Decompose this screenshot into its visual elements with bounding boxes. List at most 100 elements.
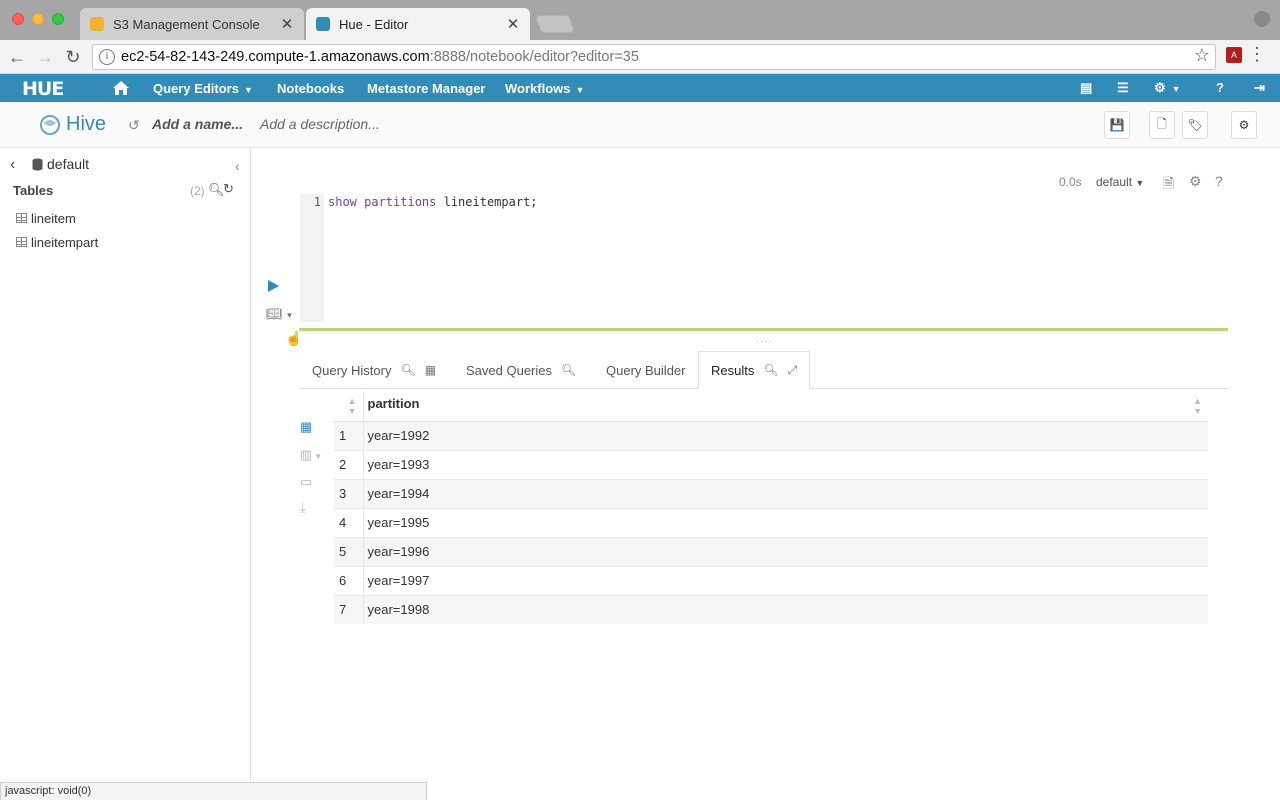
browser-tab-hue[interactable]: Hue - Editor ✕ xyxy=(306,8,530,40)
code-text: lineitempart; xyxy=(436,195,538,209)
save-button[interactable]: 💾 xyxy=(1104,111,1130,139)
rownum-header[interactable]: ▲ ▼ xyxy=(334,391,364,422)
browser-status-bar: javascript: void(0) xyxy=(0,782,427,800)
browser-menu-icon[interactable]: ⋮ xyxy=(1248,44,1266,65)
query-description-input[interactable]: Add a description... xyxy=(260,116,380,132)
search-icon[interactable]: 🔍︎ xyxy=(763,363,778,377)
table-row[interactable]: 1 year=1992 xyxy=(334,420,1208,450)
nav-metastore-manager[interactable]: Metastore Manager xyxy=(367,81,485,96)
nav-query-editors[interactable]: Query Editors ▼ xyxy=(153,81,253,96)
hue-logo[interactable]: HUE xyxy=(22,78,64,100)
table-row[interactable]: 3 year=1994 xyxy=(334,478,1208,508)
search-icon[interactable]: 🔍︎ xyxy=(400,363,415,377)
url-path: :8888/notebook/editor?editor=35 xyxy=(429,49,639,65)
logout-icon[interactable]: ⇥ xyxy=(1254,80,1265,96)
minimize-window-button[interactable] xyxy=(32,13,44,25)
close-tab-icon[interactable]: ✕ xyxy=(506,15,520,33)
nav-workflows[interactable]: Workflows ▼ xyxy=(505,81,584,96)
reload-icon[interactable]: ↻ xyxy=(62,46,84,68)
maximize-window-button[interactable] xyxy=(52,13,64,25)
table-row[interactable]: 5 year=1996 xyxy=(334,536,1208,566)
new-query-button[interactable]: 🗋 xyxy=(1149,111,1175,139)
new-document-icon: 🗋 xyxy=(1157,116,1167,131)
refresh-icon[interactable]: ↻ xyxy=(223,181,234,197)
tags-button[interactable]: 🏷 xyxy=(1182,111,1208,139)
database-name[interactable]: default xyxy=(47,156,89,172)
tab-title: S3 Management Console xyxy=(113,16,260,32)
address-bar: ← → ↻ i ec2-54-82-143-249.compute-1.amaz… xyxy=(0,40,1280,74)
forward-arrow-icon[interactable]: → xyxy=(34,46,56,68)
snippets-book-icon[interactable]: 📖︎ ▼ xyxy=(266,306,293,322)
tab-query-history[interactable]: Query History 🔍︎ ▦ xyxy=(312,351,436,389)
table-item-lineitem[interactable]: lineitem xyxy=(16,209,76,227)
browser-tabstrip: S3 Management Console ✕ Hue - Editor ✕ xyxy=(0,0,1280,40)
tab-results[interactable]: Results 🔍︎ ⤢ xyxy=(698,351,811,389)
editor-header: Hive ↺ Add a name... Add a description..… xyxy=(0,102,1280,148)
help-icon[interactable]: ? xyxy=(1216,80,1224,95)
bookmark-star-icon[interactable]: ☆ xyxy=(1194,45,1210,66)
partition-cell[interactable]: year=1997 xyxy=(363,565,1208,595)
document-icon[interactable]: 🗎 xyxy=(1163,173,1174,197)
tab-title: Hue - Editor xyxy=(339,16,409,32)
table-icon xyxy=(16,213,27,223)
table-row[interactable]: 4 year=1995 xyxy=(334,507,1208,537)
close-window-button[interactable] xyxy=(12,13,24,25)
info-icon[interactable]: i xyxy=(99,49,115,65)
partition-cell[interactable]: year=1992 xyxy=(363,420,1208,450)
profile-icon[interactable] xyxy=(1254,11,1270,27)
assist-panel: ‹ default ‹ Tables (2) 🔍︎ ↻ lineitem lin… xyxy=(0,148,251,800)
partition-cell[interactable]: year=1993 xyxy=(363,449,1208,479)
sort-icon[interactable]: ▲ ▼ xyxy=(1193,396,1202,416)
resize-handle[interactable]: ···· xyxy=(756,336,773,347)
table-header-row: ▲ ▼ partition ▲ ▼ xyxy=(334,391,1208,422)
row-number: 3 xyxy=(334,478,364,508)
table-item-lineitempart[interactable]: lineitempart xyxy=(16,233,98,251)
partition-cell[interactable]: year=1995 xyxy=(363,507,1208,537)
home-icon[interactable] xyxy=(112,79,130,97)
gear-icon[interactable]: ⚙ xyxy=(1189,173,1202,190)
download-icon[interactable]: ⤓ xyxy=(300,500,306,516)
table-row[interactable]: 6 year=1997 xyxy=(334,565,1208,595)
partition-cell[interactable]: year=1996 xyxy=(363,536,1208,566)
row-number: 4 xyxy=(334,507,364,537)
tab-query-builder[interactable]: Query Builder xyxy=(606,351,685,389)
back-arrow-icon[interactable]: ← xyxy=(6,46,28,68)
pdf-extension-icon[interactable]: A xyxy=(1226,47,1242,63)
collapse-panel-icon[interactable]: ‹ xyxy=(235,158,240,174)
chevron-down-icon: ▼ xyxy=(575,85,585,95)
tables-heading: Tables xyxy=(13,183,54,198)
browser-tab-s3[interactable]: S3 Management Console ✕ xyxy=(80,8,304,40)
search-icon[interactable]: 🔍︎ xyxy=(561,363,576,377)
grid-view-icon[interactable]: ▦ xyxy=(300,419,312,435)
chart-view-icon[interactable]: ▥ ▼ xyxy=(300,447,322,463)
columns-icon[interactable]: ▭ xyxy=(300,474,312,490)
partition-cell[interactable]: year=1994 xyxy=(363,478,1208,508)
nav-label: Workflows xyxy=(505,81,571,96)
query-name-input[interactable]: Add a name... xyxy=(152,116,243,132)
database-select[interactable]: default ▼ xyxy=(1096,175,1144,189)
close-tab-icon[interactable]: ✕ xyxy=(280,15,294,33)
expand-icon[interactable]: ⤢ xyxy=(788,363,798,378)
table-row[interactable]: 2 year=1993 xyxy=(334,449,1208,479)
documents-icon[interactable]: ▤ xyxy=(1080,80,1092,96)
tab-saved-queries[interactable]: Saved Queries 🔍︎ xyxy=(466,351,576,389)
query-editor[interactable]: show partitions lineitempart; xyxy=(328,195,538,209)
new-tab-button[interactable] xyxy=(535,15,575,33)
settings-button[interactable]: ⚙ xyxy=(1231,111,1257,139)
url-input[interactable]: i ec2-54-82-143-249.compute-1.amazonaws.… xyxy=(92,44,1216,70)
table-row[interactable]: 7 year=1998 xyxy=(334,594,1208,624)
editor-progress-bar xyxy=(299,328,1228,331)
table-name: lineitem xyxy=(31,210,76,226)
nav-notebooks[interactable]: Notebooks xyxy=(277,81,344,96)
help-icon[interactable]: ? xyxy=(1215,173,1223,189)
admin-gears-icon[interactable]: ⚙ ▼ xyxy=(1154,80,1181,96)
sort-icon[interactable]: ▲ ▼ xyxy=(348,396,357,416)
run-query-icon[interactable] xyxy=(268,280,279,292)
jobs-icon[interactable]: ☰ xyxy=(1117,80,1129,96)
column-header-partition[interactable]: partition ▲ ▼ xyxy=(363,391,1208,422)
calendar-icon[interactable]: ▦ xyxy=(425,363,436,377)
history-icon[interactable]: ↺ xyxy=(128,117,140,134)
back-chevron-icon[interactable]: ‹ xyxy=(10,156,15,174)
partition-cell[interactable]: year=1998 xyxy=(363,594,1208,624)
chevron-down-icon: ▼ xyxy=(1135,178,1145,188)
